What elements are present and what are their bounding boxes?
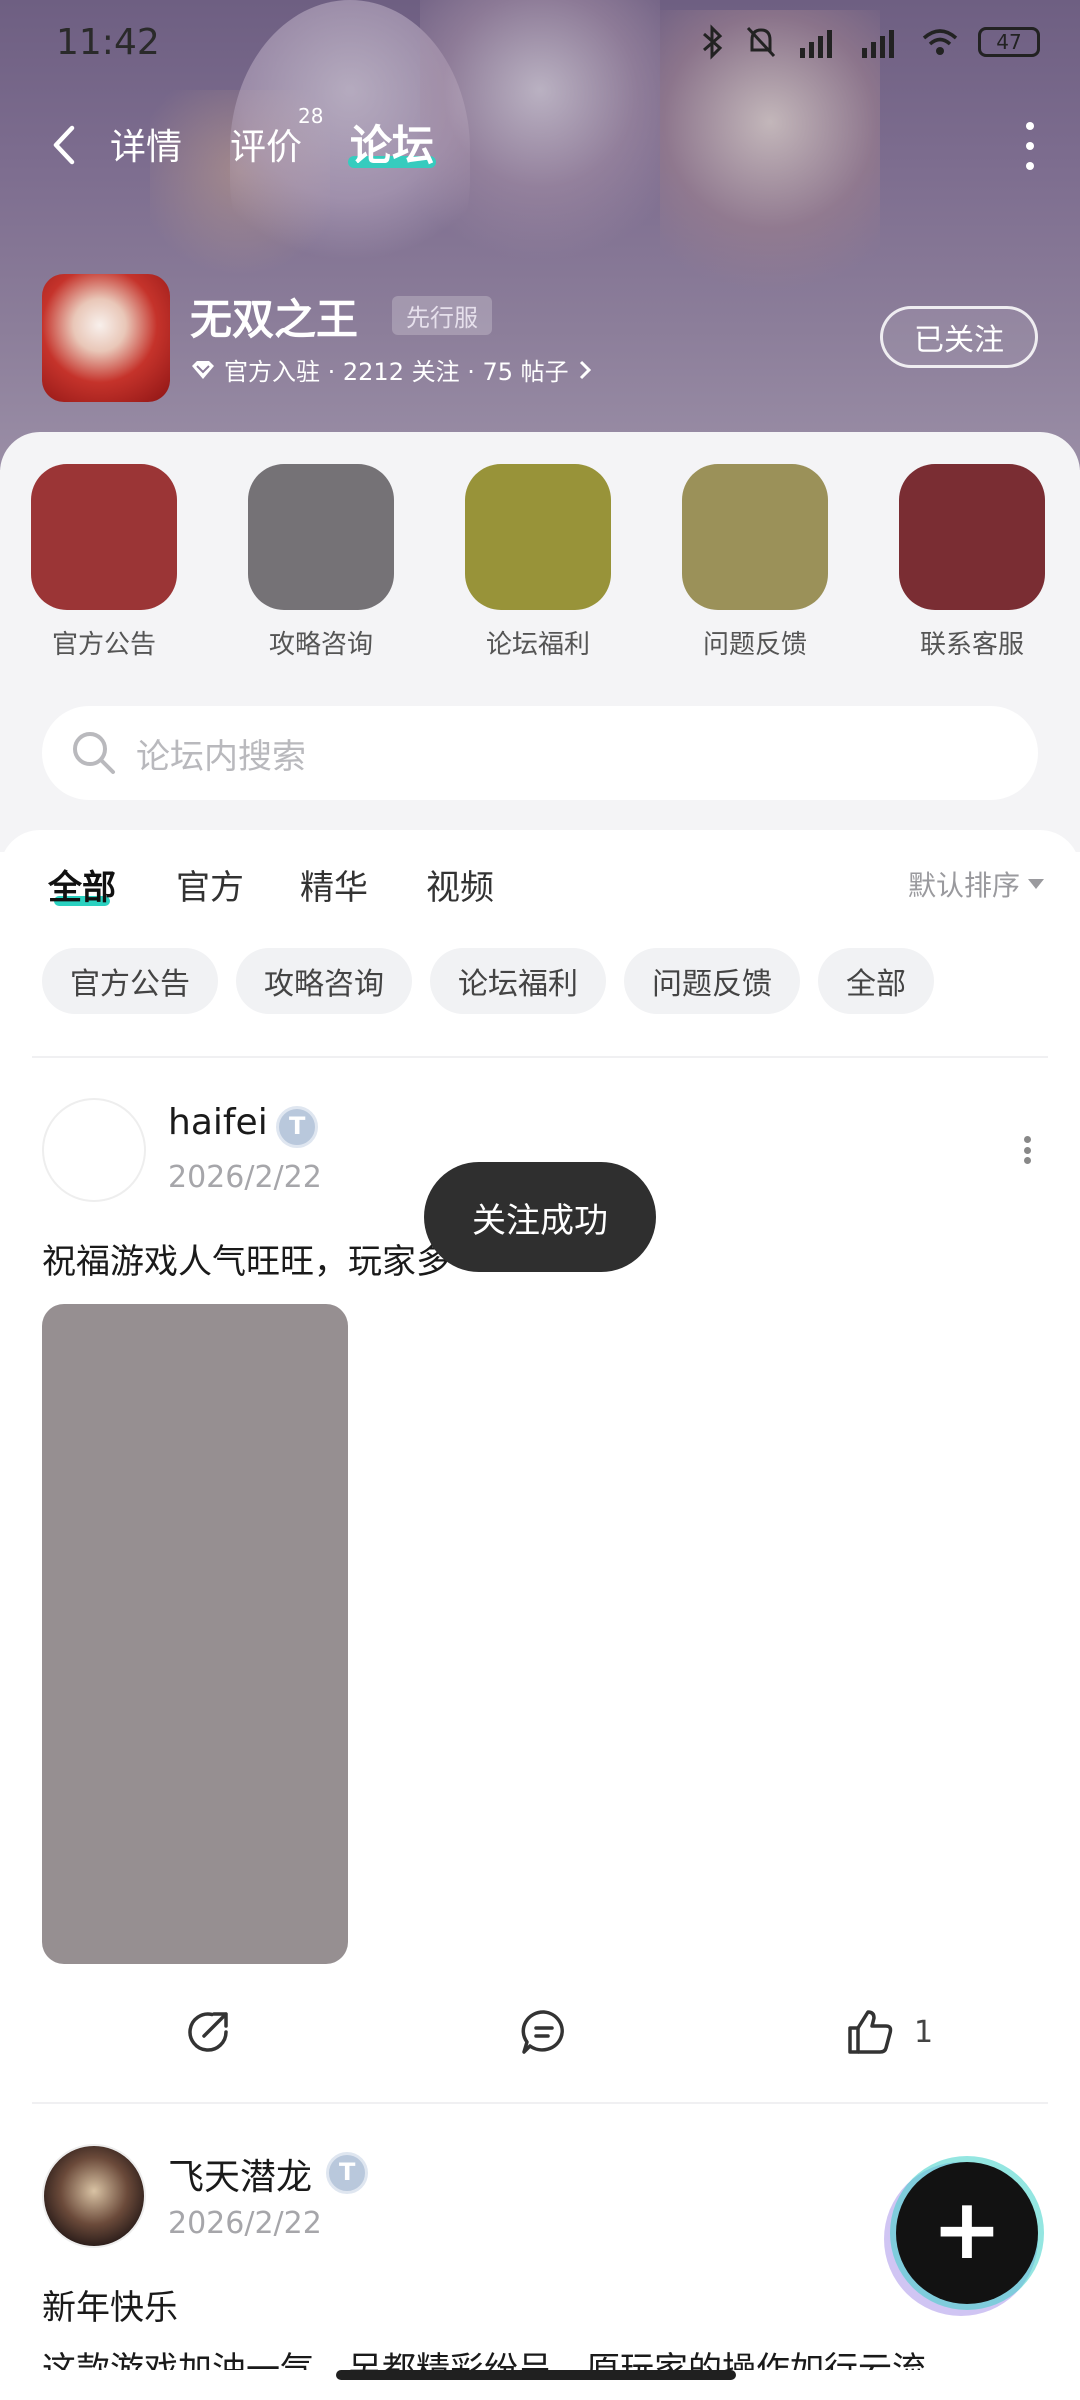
chip-benefits[interactable]: 论坛福利 <box>430 948 606 1014</box>
forum-search-input[interactable]: 论坛内搜索 <box>42 706 1038 800</box>
shortcut-tile-icon <box>248 464 394 610</box>
comment-button[interactable] <box>518 2006 570 2058</box>
create-post-button[interactable]: + <box>896 2162 1038 2304</box>
shortcut-tile-icon <box>899 464 1045 610</box>
divider <box>32 2102 1048 2104</box>
like-count: 1 <box>914 2014 934 2050</box>
feed-tab-video[interactable]: 视频 <box>426 860 494 909</box>
game-icon[interactable] <box>42 274 170 402</box>
shortcut-strategy[interactable]: 攻略咨询 <box>247 464 395 661</box>
sort-label: 默认排序 <box>907 869 1020 902</box>
post-author[interactable]: haifei <box>168 1102 268 1143</box>
post-text[interactable]: 新年快乐 <box>42 2280 178 2329</box>
shortcut-label: 论坛福利 <box>485 630 590 660</box>
shortcut-benefits[interactable]: 论坛福利 <box>464 464 612 661</box>
toast-message: 关注成功 <box>424 1162 656 1272</box>
shortcut-tile-icon <box>31 464 177 610</box>
wifi-icon <box>922 29 958 55</box>
game-name: 无双之王 <box>190 295 359 344</box>
shortcut-customer-service[interactable]: 联系客服 <box>898 464 1046 661</box>
feed-tab-all[interactable]: 全部 <box>48 860 116 909</box>
like-button[interactable]: 1 <box>844 2006 933 2058</box>
shortcut-official-announcement[interactable]: 官方公告 <box>30 464 178 661</box>
official-badge-icon <box>276 1106 318 1148</box>
chip-strategy[interactable]: 攻略咨询 <box>236 948 412 1014</box>
shortcut-label: 攻略咨询 <box>268 630 373 660</box>
game-meta[interactable]: 官方入驻 · 2212 关注 · 75 帖子 <box>190 352 593 387</box>
chip-all[interactable]: 全部 <box>818 948 934 1014</box>
post-date: 2026/2/22 <box>168 1160 322 1195</box>
thumbs-up-icon <box>848 2010 893 2054</box>
signal-hd-icon <box>800 30 832 58</box>
search-placeholder: 论坛内搜索 <box>136 736 306 777</box>
follow-button[interactable]: 已关注 <box>880 306 1038 368</box>
status-icons: 47 <box>700 24 1040 60</box>
comment-icon <box>521 2010 564 2054</box>
caret-down-icon <box>1028 879 1044 889</box>
tab-review[interactable]: 评价 <box>230 118 302 170</box>
home-indicator[interactable] <box>336 2370 736 2380</box>
post-text-continued[interactable]: 这款游戏加油一气，另都精彩纷呈，原玩家的操作如行云流 <box>42 2346 926 2370</box>
shortcut-feedback[interactable]: 问题反馈 <box>681 464 829 661</box>
status-time: 11:42 <box>56 22 160 63</box>
signal-hd-icon <box>862 30 894 58</box>
share-button[interactable] <box>182 2006 234 2058</box>
category-chips: 官方公告 攻略咨询 论坛福利 问题反馈 全部 <box>42 948 934 1014</box>
post-date: 2026/2/22 <box>168 2206 322 2241</box>
feed-tab-essence[interactable]: 精华 <box>300 860 368 909</box>
plus-icon: + <box>931 2180 1003 2278</box>
status-bar: 11:42 47 <box>0 0 1080 90</box>
share-icon <box>188 2012 228 2052</box>
feed-tab-official[interactable]: 官方 <box>176 860 244 909</box>
post-avatar[interactable] <box>42 1098 146 1202</box>
post-more-icon[interactable] <box>1022 1136 1032 1164</box>
search-icon <box>73 732 115 774</box>
server-badge: 先行服 <box>392 296 492 335</box>
top-nav: 详情 评价 28 论坛 <box>0 100 1080 190</box>
game-meta-text: 官方入驻 · 2212 关注 · 75 帖子 <box>224 358 569 386</box>
battery-icon: 47 <box>978 27 1040 57</box>
mute-icon <box>746 26 776 58</box>
chip-official-announcement[interactable]: 官方公告 <box>42 948 218 1014</box>
shortcut-tile-icon <box>682 464 828 610</box>
diamond-icon <box>192 360 214 379</box>
post-avatar[interactable] <box>42 2144 146 2248</box>
official-badge-icon <box>326 2152 368 2194</box>
chevron-right-icon <box>579 360 591 379</box>
chip-feedback[interactable]: 问题反馈 <box>624 948 800 1014</box>
review-count-badge: 28 <box>298 104 324 128</box>
bluetooth-icon <box>703 24 723 60</box>
forum-header-sheet: 官方公告 攻略咨询 论坛福利 问题反馈 联系客服 论坛内搜索 <box>0 432 1080 852</box>
divider <box>32 1056 1048 1058</box>
shortcut-label: 官方公告 <box>51 630 156 660</box>
back-arrow-icon[interactable] <box>44 120 84 170</box>
tab-detail[interactable]: 详情 <box>110 118 182 170</box>
post-image[interactable] <box>42 1304 348 1964</box>
shortcut-label: 问题反馈 <box>702 630 807 660</box>
tab-forum[interactable]: 论坛 <box>350 112 434 173</box>
shortcut-tile-icon <box>465 464 611 610</box>
post-text[interactable]: 祝福游戏人气旺旺，玩家多 <box>42 1234 450 1283</box>
shortcut-label: 联系客服 <box>919 630 1024 660</box>
post-author[interactable]: 飞天潜龙 <box>168 2148 312 2200</box>
more-options-icon[interactable] <box>1020 122 1040 170</box>
sort-dropdown[interactable]: 默认排序 <box>908 864 1044 904</box>
header-banner: 11:42 47 详情 评价 28 论坛 无双之王 先行服 官方入驻 · 221… <box>0 0 1080 470</box>
forum-feed: 全部 官方 精华 视频 默认排序 官方公告 攻略咨询 论坛福利 问题反馈 全部 … <box>0 830 1080 2400</box>
